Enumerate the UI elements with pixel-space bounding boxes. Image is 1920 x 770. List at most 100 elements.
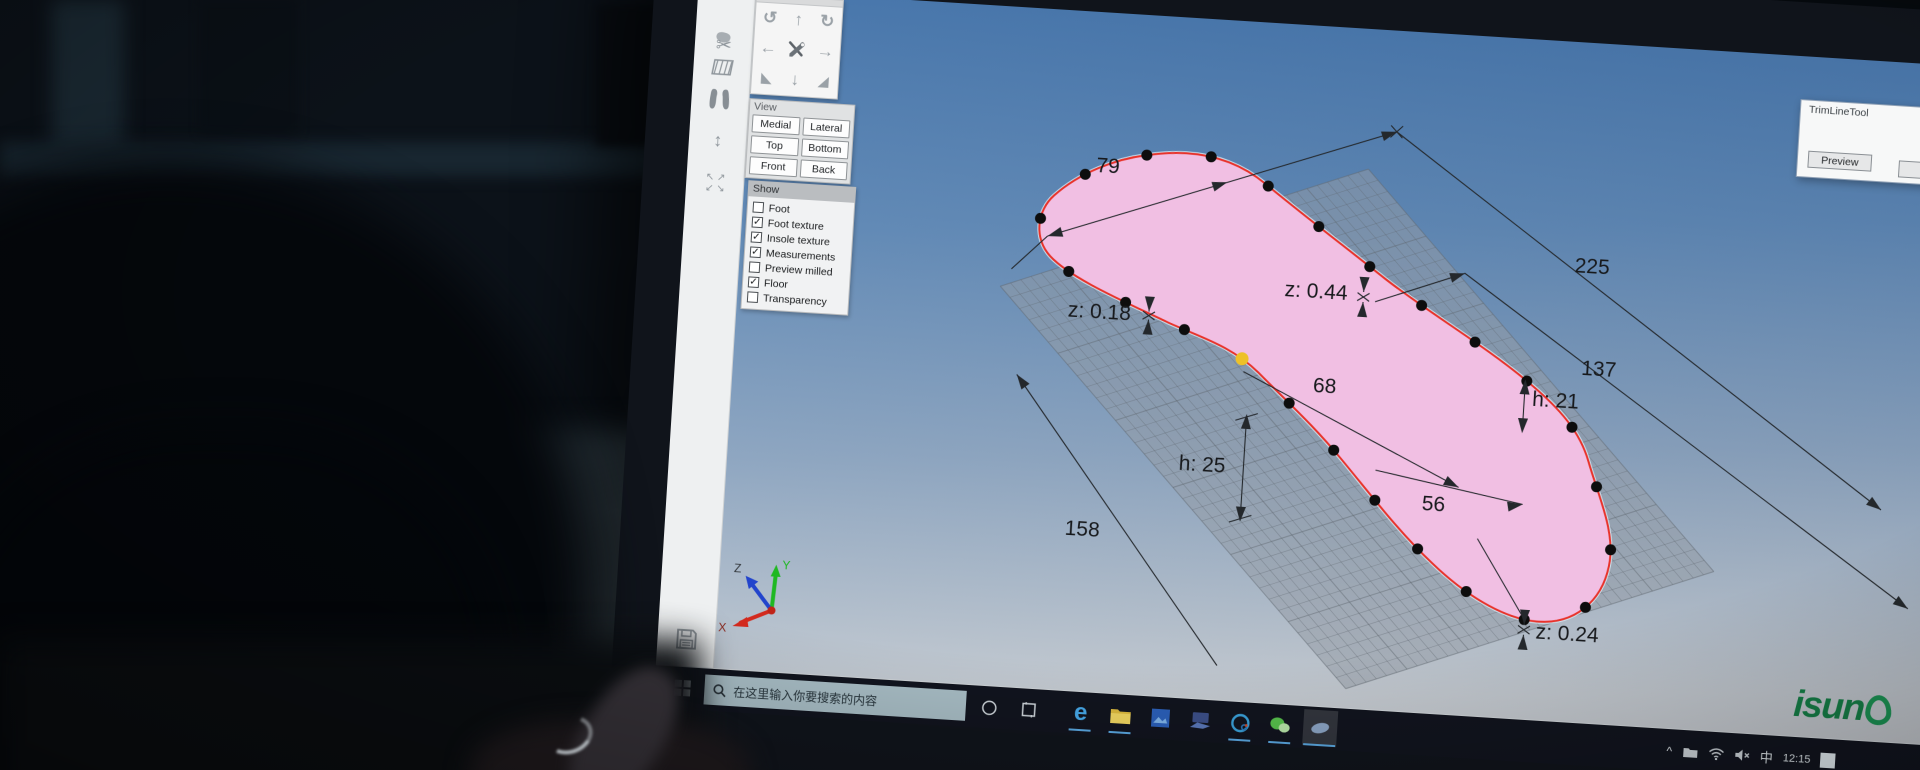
measurement: z: 0.44 [1284,278,1349,305]
measurement: 158 [1064,517,1100,542]
ring [540,710,597,761]
view-panel: View Medial Lateral Top Bottom Front Bac… [745,98,856,184]
shelf-blur [0,142,720,176]
tray-folder-icon[interactable] [1682,745,1699,758]
monitor-bezel: 79 225 137 68 158 56 z: 0.18 z: 0.44 h: … [601,0,1920,770]
view-bottom-button[interactable]: Bottom [801,138,850,159]
wechat-icon [1269,716,1292,735]
expand-icon-bottom: ↙ ↘ [686,181,745,196]
show-panel: Show Foot ✓ Foot texture ✓ Insole textur… [740,180,856,316]
vertical-resize-icon[interactable]: ↕ [688,128,747,153]
taskbar-app-remote-display[interactable] [1182,702,1218,740]
checkbox[interactable] [747,291,759,303]
taskbar-app-browser[interactable] [1222,704,1258,742]
axis-gizmo: Y Z X [718,554,791,638]
insole-pair-icon[interactable] [691,86,750,112]
search-placeholder: 在这里输入你要搜索的内容 [733,683,878,709]
isun-watermark-text: isun [1792,683,1864,728]
ok-button[interactable]: OK [1898,160,1920,181]
scissors-icon[interactable]: ✂ [694,33,753,60]
measurement: h: 25 [1178,452,1226,478]
photo-of-monitor: 79 225 137 68 158 56 z: 0.18 z: 0.44 h: … [0,0,1920,770]
measurement: 79 [1096,154,1121,178]
pan-left-icon[interactable]: ← [753,32,783,64]
texture-icon[interactable] [693,57,752,79]
taskbar-app-wechat[interactable] [1262,707,1298,745]
edge-icon: e [1073,699,1088,728]
axis-z-label: Z [734,561,742,575]
browser-icon [1230,713,1251,734]
checkbox[interactable] [749,261,761,273]
task-view-icon [1020,701,1037,718]
active-indicator [1303,743,1335,747]
expand-icon[interactable]: ↖ ↗ ↙ ↘ [686,170,745,196]
tray-chevron-icon[interactable]: ^ [1666,743,1673,757]
checkbox-label: Foot [768,202,790,215]
running-indicator [1108,731,1130,734]
view-top-button[interactable]: Top [750,135,799,156]
measurement: 137 [1581,357,1617,382]
view-front-button[interactable]: Front [749,156,798,177]
dialog-title: TrimLineTool [1800,100,1920,134]
person-shoulder [0,430,500,770]
view-medial-button[interactable]: Medial [751,114,800,135]
checkbox[interactable]: ✓ [751,231,763,243]
file-explorer-icon [1109,706,1132,725]
tilt-left-icon[interactable]: ◣ [751,62,781,94]
clock-time: 12:15 [1783,752,1811,766]
screen: 79 225 137 68 158 56 z: 0.18 z: 0.44 h: … [653,0,1920,770]
search-icon [712,683,727,698]
rotate-ccw-icon[interactable]: ↺ [755,2,785,34]
pan-down-icon[interactable]: ↓ [780,64,810,96]
taskbar-app-insole-cad[interactable] [1302,709,1338,747]
search-input[interactable]: 在这里输入你要搜索的内容 [703,674,966,720]
checkbox[interactable] [752,202,764,214]
start-button[interactable] [674,680,691,697]
cortana-button[interactable] [971,688,1007,726]
taskbar-clock[interactable]: 12:15 [1783,752,1811,766]
photos-icon [1150,707,1171,728]
checkbox[interactable]: ✓ [752,216,764,228]
ime-indicator[interactable]: 中 [1759,747,1773,767]
checkbox-label: Floor [764,277,789,290]
task-view-button[interactable] [1011,691,1047,729]
tilt-right-icon[interactable]: ◢ [808,66,838,98]
volume-muted-icon[interactable] [1734,748,1751,762]
checkbox-label: Transparency [763,292,827,308]
running-indicator [1069,728,1091,731]
running-indicator [1228,738,1250,741]
view-back-button[interactable]: Back [799,159,848,180]
taskbar-app-photos[interactable] [1142,699,1178,737]
measurement: 68 [1312,374,1337,398]
tools-icon[interactable] [781,34,811,66]
view-lateral-button[interactable]: Lateral [802,117,851,138]
tray-app-icon[interactable] [1820,753,1836,769]
checkbox[interactable]: ✓ [748,276,760,288]
person-silhouette [0,160,600,770]
wall-frame [200,0,298,134]
save-icon[interactable] [657,625,716,653]
pan-up-icon[interactable]: ↑ [783,4,813,36]
measurement: 56 [1421,492,1446,516]
taskbar-app-edge[interactable]: e [1063,694,1099,732]
insole-cad-icon [1309,720,1332,735]
isun-logo-mark [1865,694,1893,726]
measurement: h: 21 [1532,388,1580,414]
checkbox[interactable]: ✓ [750,246,762,258]
pan-right-icon[interactable]: → [810,36,840,68]
axis-y-label: Y [782,558,791,572]
running-indicator [1268,741,1290,744]
taskbar-app-file-explorer[interactable] [1102,697,1138,735]
navigation-pad: ↺ ↑ ↻ ← → ◣ ↓ ◢ [750,0,844,100]
measurement: z: 0.24 [1535,621,1600,648]
isun-watermark: isun [1792,683,1893,731]
foreground-shadow [0,640,700,770]
cortana-icon [980,698,998,716]
wifi-icon[interactable] [1708,747,1725,760]
measurement: z: 0.18 [1067,299,1131,326]
measurement: 225 [1574,254,1610,279]
door-blur [52,0,124,165]
remote-display-icon [1189,711,1212,730]
rotate-cw-icon[interactable]: ↻ [812,6,842,38]
preview-button[interactable]: Preview [1807,151,1872,172]
